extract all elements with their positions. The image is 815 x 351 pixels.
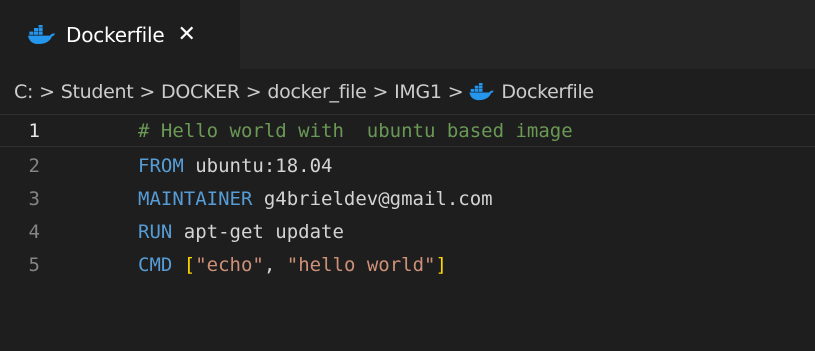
code-comma: , <box>263 253 287 276</box>
line-number: 1 <box>28 119 40 142</box>
docker-whale-icon <box>28 24 55 44</box>
tab-label: Dockerfile <box>66 22 165 47</box>
code-string: "echo" <box>195 253 264 276</box>
line-number: 3 <box>28 187 40 210</box>
code-keyword: RUN <box>138 220 173 243</box>
code-line[interactable]: 1 # Hello world with ubuntu based image <box>0 114 815 147</box>
chevron-right-icon: > <box>245 80 262 103</box>
code-editor: Dockerfile ✕ C: > Student > DOCKER > doc… <box>0 0 815 351</box>
breadcrumb-item-drive[interactable]: C: <box>14 81 33 103</box>
code-keyword: CMD <box>138 253 173 276</box>
breadcrumb-item-docker-file[interactable]: docker_file <box>267 81 366 103</box>
code-text: g4brieldev@gmail.com <box>252 187 493 210</box>
line-number: 4 <box>28 220 40 243</box>
code-text: apt-get update <box>172 220 344 243</box>
breadcrumb-item-img1[interactable]: IMG1 <box>394 81 442 103</box>
code-string: "hello world" <box>286 253 436 276</box>
line-number: 2 <box>28 154 40 177</box>
breadcrumb: C: > Student > DOCKER > docker_file > IM… <box>0 69 815 114</box>
chevron-right-icon: > <box>447 80 464 103</box>
docker-whale-icon <box>469 82 495 100</box>
close-icon[interactable]: ✕ <box>178 23 196 46</box>
breadcrumb-item-student[interactable]: Student <box>61 81 134 103</box>
chevron-right-icon: > <box>372 80 389 103</box>
breadcrumb-file-label: Dockerfile <box>501 80 594 103</box>
code-comment: # Hello world with ubuntu based image <box>138 119 573 142</box>
code-keyword: FROM <box>138 154 184 177</box>
breadcrumb-item-file[interactable]: Dockerfile <box>469 80 594 103</box>
code-area[interactable]: 1 # Hello world with ubuntu based image … <box>0 114 815 351</box>
tab-dockerfile[interactable]: Dockerfile ✕ <box>0 0 240 69</box>
code-bracket-close: ] <box>435 253 447 276</box>
code-line[interactable]: 4 RUN apt-get update <box>0 215 815 248</box>
line-number: 5 <box>28 253 40 276</box>
breadcrumb-item-docker[interactable]: DOCKER <box>161 81 240 103</box>
chevron-right-icon: > <box>39 80 55 103</box>
code-keyword: MAINTAINER <box>138 187 253 210</box>
code-bracket-open: [ <box>183 253 196 276</box>
code-line[interactable]: 2 FROM ubuntu:18.04 <box>0 149 815 182</box>
tab-bar: Dockerfile ✕ <box>0 0 815 69</box>
code-line[interactable]: 5 CMD ["echo", "hello world"] <box>0 248 815 281</box>
code-text: ubuntu:18.04 <box>183 154 333 177</box>
code-line[interactable]: 3 MAINTAINER g4brieldev@gmail.com <box>0 182 815 215</box>
chevron-right-icon: > <box>139 80 156 103</box>
